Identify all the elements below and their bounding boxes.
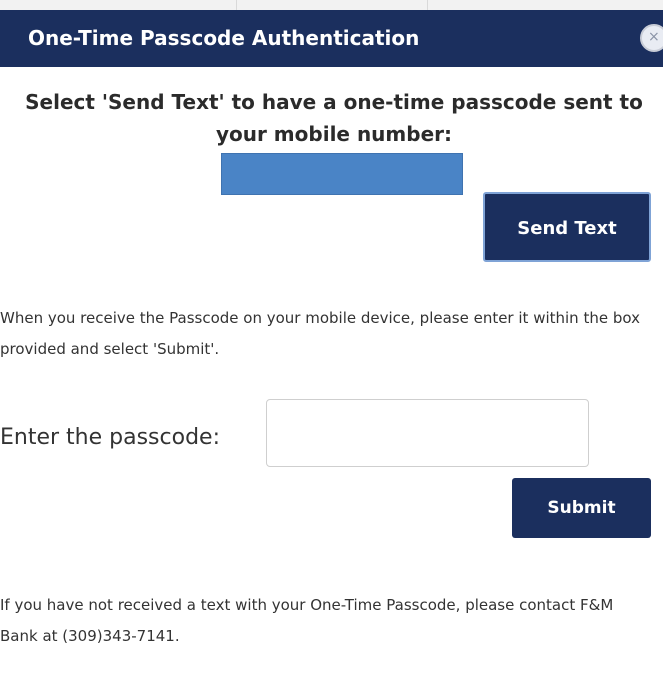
redacted-phone-number: [221, 153, 463, 195]
passcode-info-text: When you receive the Passcode on your mo…: [0, 309, 640, 358]
strip-divider: [236, 0, 237, 10]
submit-button[interactable]: Submit: [512, 478, 651, 538]
passcode-input[interactable]: [266, 399, 589, 467]
send-instruction: Select 'Send Text' to have a one-time pa…: [25, 90, 643, 146]
send-text-button[interactable]: Send Text: [483, 192, 651, 262]
dialog-title: One-Time Passcode Authentication: [28, 26, 420, 50]
strip-divider: [427, 0, 428, 10]
page: One-Time Passcode Authentication × Selec…: [0, 0, 663, 680]
passcode-label: Enter the passcode:: [0, 425, 220, 450]
dialog-header: One-Time Passcode Authentication ×: [0, 10, 663, 67]
close-icon[interactable]: ×: [640, 24, 663, 52]
help-contact-text: If you have not received a text with you…: [0, 596, 614, 645]
otp-dialog: One-Time Passcode Authentication × Selec…: [0, 10, 663, 680]
